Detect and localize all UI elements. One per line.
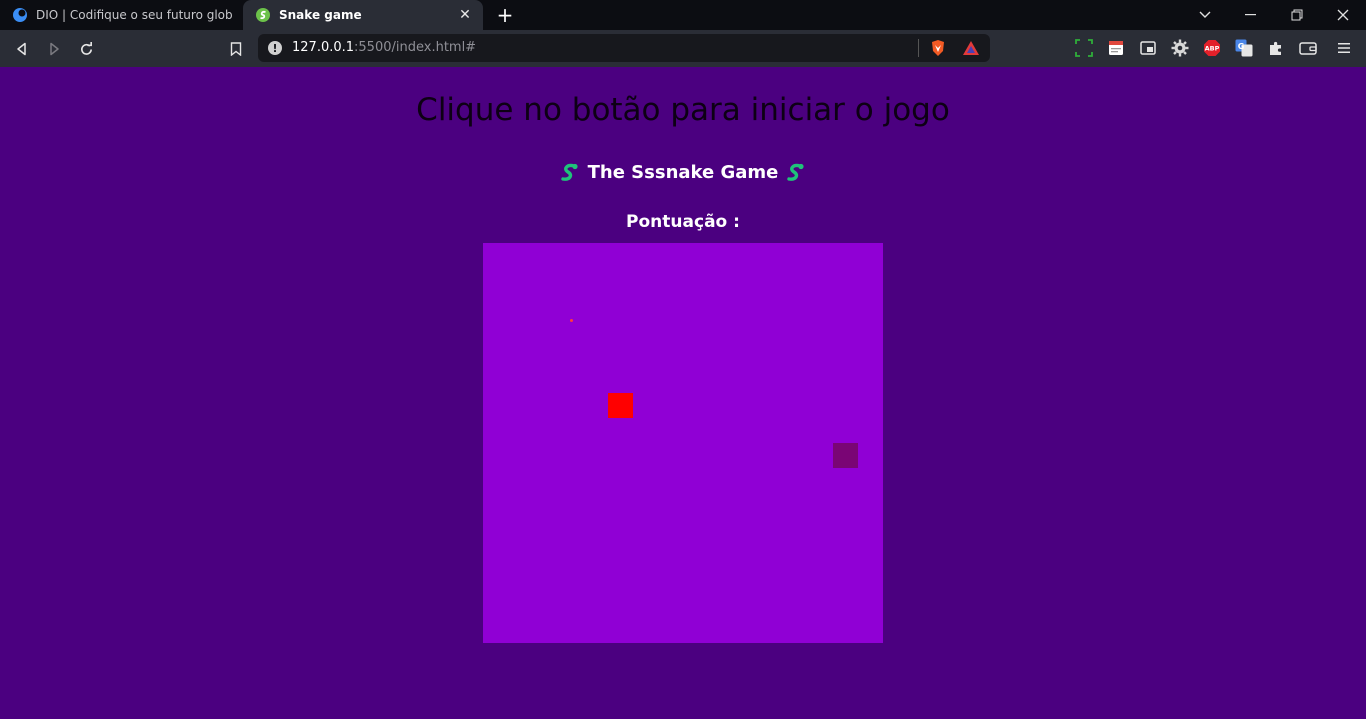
tab-title: DIO | Codifique o seu futuro global ag [36, 8, 232, 22]
adblock-plus-icon[interactable]: ABP [1202, 38, 1222, 58]
forward-icon[interactable] [41, 36, 67, 62]
food-cell [608, 393, 633, 418]
snake-segment [833, 443, 858, 468]
board-dot [570, 319, 573, 322]
browser-toolbar: ! 127.0.0.1:5500/index.html# ABP G [0, 30, 1366, 67]
snake-emoji-icon [560, 163, 578, 181]
close-window-icon[interactable] [1320, 0, 1366, 30]
reload-icon[interactable] [73, 36, 99, 62]
start-instructions-heading: Clique no botão para iniciar o jogo [416, 92, 950, 128]
google-translate-icon[interactable]: G [1234, 38, 1254, 58]
score-label: Pontuação : [626, 212, 740, 232]
dio-favicon-icon [12, 7, 28, 23]
snake-emoji-icon [787, 163, 804, 181]
tab-search-chevron-icon[interactable] [1182, 0, 1228, 30]
wallet-icon[interactable] [1298, 38, 1318, 58]
menu-icon[interactable] [1334, 38, 1354, 58]
screenshot-extension-icon[interactable] [1074, 38, 1094, 58]
new-tab-button[interactable]: + [494, 3, 516, 27]
close-icon[interactable]: ✕ [457, 7, 473, 23]
restore-icon[interactable] [1274, 0, 1320, 30]
address-bar[interactable]: ! 127.0.0.1:5500/index.html# [258, 34, 990, 62]
bookmark-icon[interactable] [223, 36, 249, 62]
notes-extension-icon[interactable] [1106, 38, 1126, 58]
tab-title: Snake game [279, 8, 362, 22]
game-title: The Sssnake Game [0, 162, 1366, 183]
site-info-icon[interactable]: ! [268, 41, 282, 55]
snake-favicon-icon [255, 7, 271, 23]
game-board[interactable] [483, 243, 883, 643]
back-icon[interactable] [9, 36, 35, 62]
tab-strip: DIO | Codifique o seu futuro global ag S… [0, 0, 1366, 30]
svg-text:ABP: ABP [1205, 45, 1220, 53]
brave-shields-icon[interactable] [928, 38, 948, 58]
picture-in-picture-icon[interactable] [1138, 38, 1158, 58]
tab-snake-game[interactable]: Snake game ✕ [243, 0, 483, 30]
settings-gear-icon[interactable] [1170, 38, 1190, 58]
game-title-text: The Sssnake Game [587, 162, 779, 183]
tab-dio[interactable]: DIO | Codifique o seu futuro global ag [0, 0, 242, 30]
brave-rewards-icon[interactable] [961, 38, 981, 58]
minimize-icon[interactable] [1228, 0, 1274, 30]
svg-text:G: G [1238, 42, 1245, 51]
extensions-puzzle-icon[interactable] [1266, 38, 1286, 58]
address-url: 127.0.0.1:5500/index.html# [292, 40, 477, 55]
